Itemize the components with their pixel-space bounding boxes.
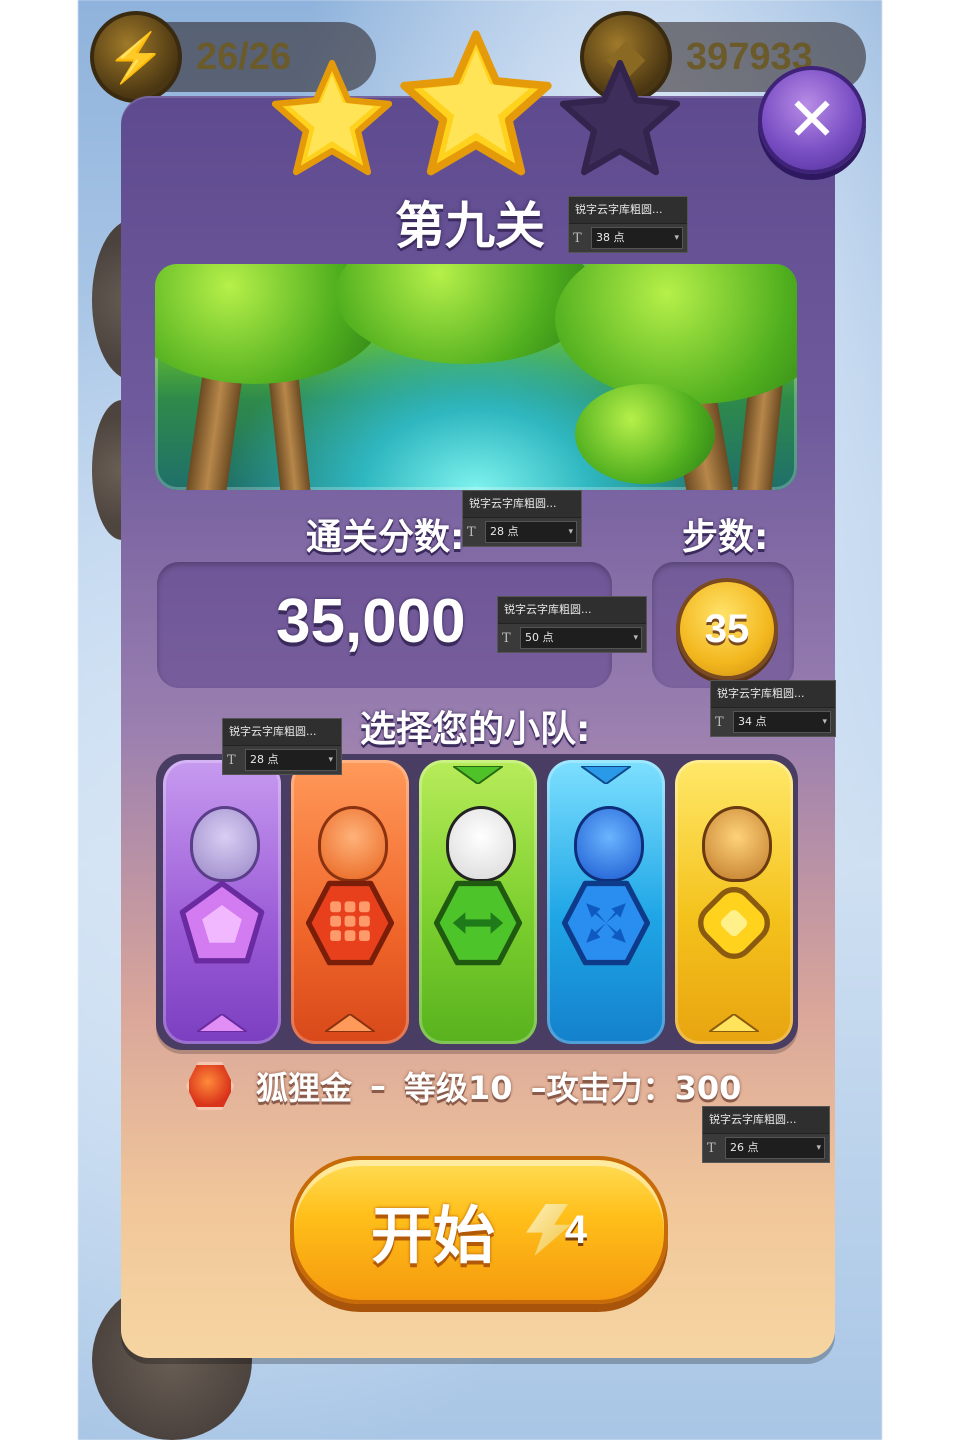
- lightning-icon: [526, 1204, 571, 1256]
- close-x-icon: ✕: [786, 85, 838, 155]
- font-name: 锐字云字库粗圆...: [223, 719, 341, 746]
- start-button[interactable]: 开始 4: [290, 1156, 668, 1304]
- font-name: 锐字云字库粗圆...: [703, 1107, 829, 1134]
- steps-label: 步数:: [682, 517, 769, 558]
- team-card-panda[interactable]: [419, 760, 537, 1044]
- score-value: 35,000: [276, 587, 466, 656]
- font-size: 50 点: [520, 627, 642, 649]
- selected-member-info: 狐狸金 – 等级10 –攻击力：300: [186, 1062, 759, 1110]
- text-size-icon: T: [227, 752, 236, 768]
- team-label: 选择您的小队:: [360, 709, 591, 750]
- fox-character-icon: [318, 806, 388, 882]
- diamond-gem-yellow-icon: [689, 878, 779, 968]
- star-icon-earned: [400, 30, 552, 176]
- selector-arrow-up-icon: [325, 1014, 375, 1032]
- font-annotation: 锐字云字库粗圆... T 38 点: [568, 196, 688, 253]
- member-level: 等级10: [404, 1069, 513, 1107]
- font-name: 锐字云字库粗圆...: [711, 681, 835, 708]
- text-size-icon: T: [502, 630, 511, 646]
- lightning-icon: ⚡: [90, 11, 182, 103]
- member-name: 狐狸金: [256, 1069, 353, 1107]
- hexagon-gem-red-icon: [305, 878, 395, 968]
- energy-cost: 4: [515, 1204, 587, 1256]
- text-size-icon: T: [707, 1140, 716, 1156]
- selector-arrow-down-icon: [581, 766, 631, 784]
- level-title: 第九关: [395, 197, 545, 255]
- font-size: 38 点: [591, 227, 683, 249]
- font-size: 28 点: [485, 521, 577, 543]
- text-size-icon: T: [467, 524, 476, 540]
- font-size: 28 点: [245, 749, 337, 771]
- level-preview-image: [155, 264, 797, 490]
- text-size-icon: T: [715, 714, 724, 730]
- steps-coin: 35: [676, 578, 778, 680]
- start-button-label: 开始: [370, 1199, 495, 1272]
- selector-arrow-up-icon: [709, 1014, 759, 1032]
- star-icon-earned: [271, 59, 393, 176]
- member-attack: –攻击力：300: [530, 1069, 742, 1107]
- team-card-fox[interactable]: [291, 760, 409, 1044]
- selector-arrow-up-icon: [197, 1014, 247, 1032]
- font-annotation: 锐字云字库粗圆... T 28 点: [462, 490, 582, 547]
- tree-canopy: [555, 264, 797, 404]
- score-label: 通关分数:: [306, 517, 465, 558]
- energy-cost-value: 4: [564, 1207, 588, 1252]
- team-card-monkey[interactable]: [675, 760, 793, 1044]
- tree-trunk: [268, 372, 312, 490]
- pentagon-gem-purple-icon: [177, 878, 267, 968]
- font-size: 34 点: [733, 711, 831, 733]
- close-button[interactable]: ✕: [758, 66, 866, 174]
- font-name: 锐字云字库粗圆...: [498, 597, 646, 624]
- separator-dash: –: [370, 1067, 387, 1105]
- bird-character-icon: [574, 806, 644, 882]
- monkey-character-icon: [702, 806, 772, 882]
- panda-character-icon: [446, 806, 516, 882]
- team-card-bird[interactable]: [547, 760, 665, 1044]
- steps-value: 35: [704, 606, 750, 651]
- cross-gem-blue-icon: [561, 878, 651, 968]
- font-annotation: 锐字云字库粗圆... T 50 点: [497, 596, 647, 653]
- team-card-hippo[interactable]: [163, 760, 281, 1044]
- star-icon-empty: [559, 59, 681, 176]
- text-size-icon: T: [573, 230, 582, 246]
- font-annotation: 锐字云字库粗圆... T 34 点: [710, 680, 836, 737]
- font-name: 锐字云字库粗圆...: [463, 491, 581, 518]
- selector-arrow-down-icon: [453, 766, 503, 784]
- font-annotation: 锐字云字库粗圆... T 28 点: [222, 718, 342, 775]
- font-annotation: 锐字云字库粗圆... T 26 点: [702, 1106, 830, 1163]
- tree-canopy: [575, 384, 715, 484]
- font-size: 26 点: [725, 1137, 825, 1159]
- hippo-character-icon: [190, 806, 260, 882]
- font-name: 锐字云字库粗圆...: [569, 197, 687, 224]
- arrow-gem-green-icon: [433, 878, 523, 968]
- hexagon-gem-red-icon: [186, 1062, 234, 1110]
